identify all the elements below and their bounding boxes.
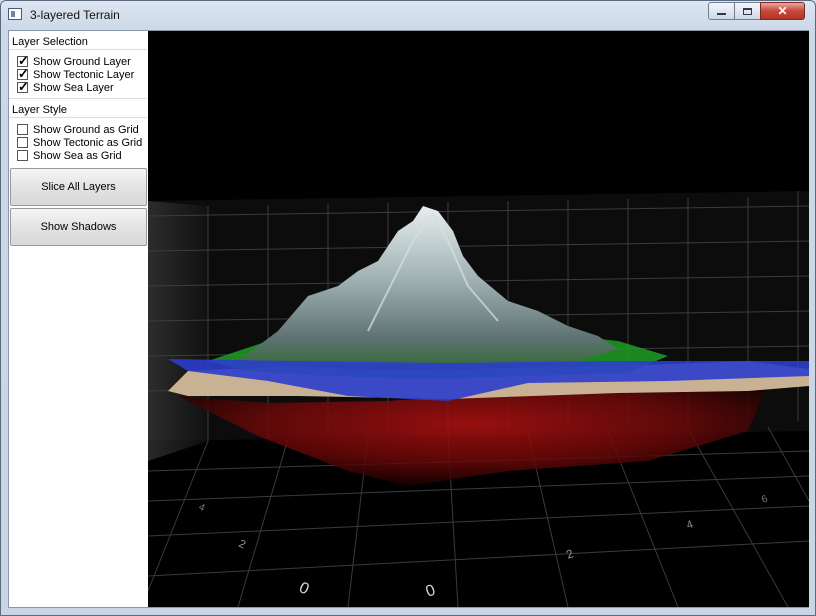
left-wall	[148, 201, 208, 461]
axis-label: 0	[296, 579, 311, 598]
app-icon	[8, 8, 22, 20]
title-bar[interactable]: 3-layered Terrain ✕	[1, 1, 815, 29]
show-tectonic-as-grid-checkbox[interactable]: Show Tectonic as Grid	[17, 136, 142, 149]
layer-style-title: Layer Style	[12, 104, 68, 116]
axis-label: 2	[237, 538, 248, 551]
axis-label: 2	[564, 546, 575, 562]
axis-label: 4	[197, 502, 207, 515]
divider	[9, 98, 147, 99]
show-shadows-button[interactable]: Show Shadows	[10, 208, 147, 246]
divider	[9, 117, 147, 118]
divider	[9, 49, 147, 50]
close-icon: ✕	[777, 4, 788, 18]
client-area: Layer Selection Show Ground Layer Show T…	[8, 30, 809, 608]
minimize-button[interactable]	[708, 2, 735, 20]
checkbox-box[interactable]	[17, 79, 29, 95]
axis-label: 0	[424, 582, 438, 601]
checkbox-label: Show Ground Layer	[33, 55, 131, 68]
layer-selection-title: Layer Selection	[12, 36, 88, 48]
axis-label: 6	[760, 493, 769, 505]
window-title: 3-layered Terrain	[30, 8, 120, 22]
maximize-icon	[743, 7, 752, 15]
checkbox-box[interactable]	[17, 124, 28, 135]
checkbox-label: Show Ground as Grid	[33, 123, 139, 136]
control-panel: Layer Selection Show Ground Layer Show T…	[9, 31, 148, 607]
terrain-3d-viewport[interactable]: 0 0 2 2 4 4 6	[148, 31, 809, 607]
terrain-scene: 0 0 2 2 4 4 6	[148, 191, 809, 607]
maximize-button[interactable]	[734, 2, 761, 20]
checkbox-label: Show Tectonic Layer	[33, 68, 135, 81]
slice-all-layers-button[interactable]: Slice All Layers	[10, 168, 147, 206]
show-sea-layer-checkbox[interactable]: Show Sea Layer	[17, 79, 114, 95]
checkbox-label: Show Sea as Grid	[33, 149, 122, 162]
checkbox-box[interactable]	[17, 150, 28, 161]
checkbox-label: Show Sea Layer	[33, 81, 114, 94]
show-tectonic-layer-checkbox[interactable]: Show Tectonic Layer	[17, 66, 135, 82]
show-ground-layer-checkbox[interactable]: Show Ground Layer	[17, 53, 131, 69]
close-button[interactable]: ✕	[760, 2, 805, 20]
checkbox-box[interactable]	[17, 137, 28, 148]
minimize-icon	[717, 13, 726, 15]
show-sea-as-grid-checkbox[interactable]: Show Sea as Grid	[17, 149, 122, 162]
show-ground-as-grid-checkbox[interactable]: Show Ground as Grid	[17, 123, 139, 136]
checkbox-label: Show Tectonic as Grid	[33, 136, 143, 149]
axis-label: 4	[685, 518, 695, 531]
app-window: 3-layered Terrain ✕ Layer Selection Show…	[0, 0, 816, 616]
